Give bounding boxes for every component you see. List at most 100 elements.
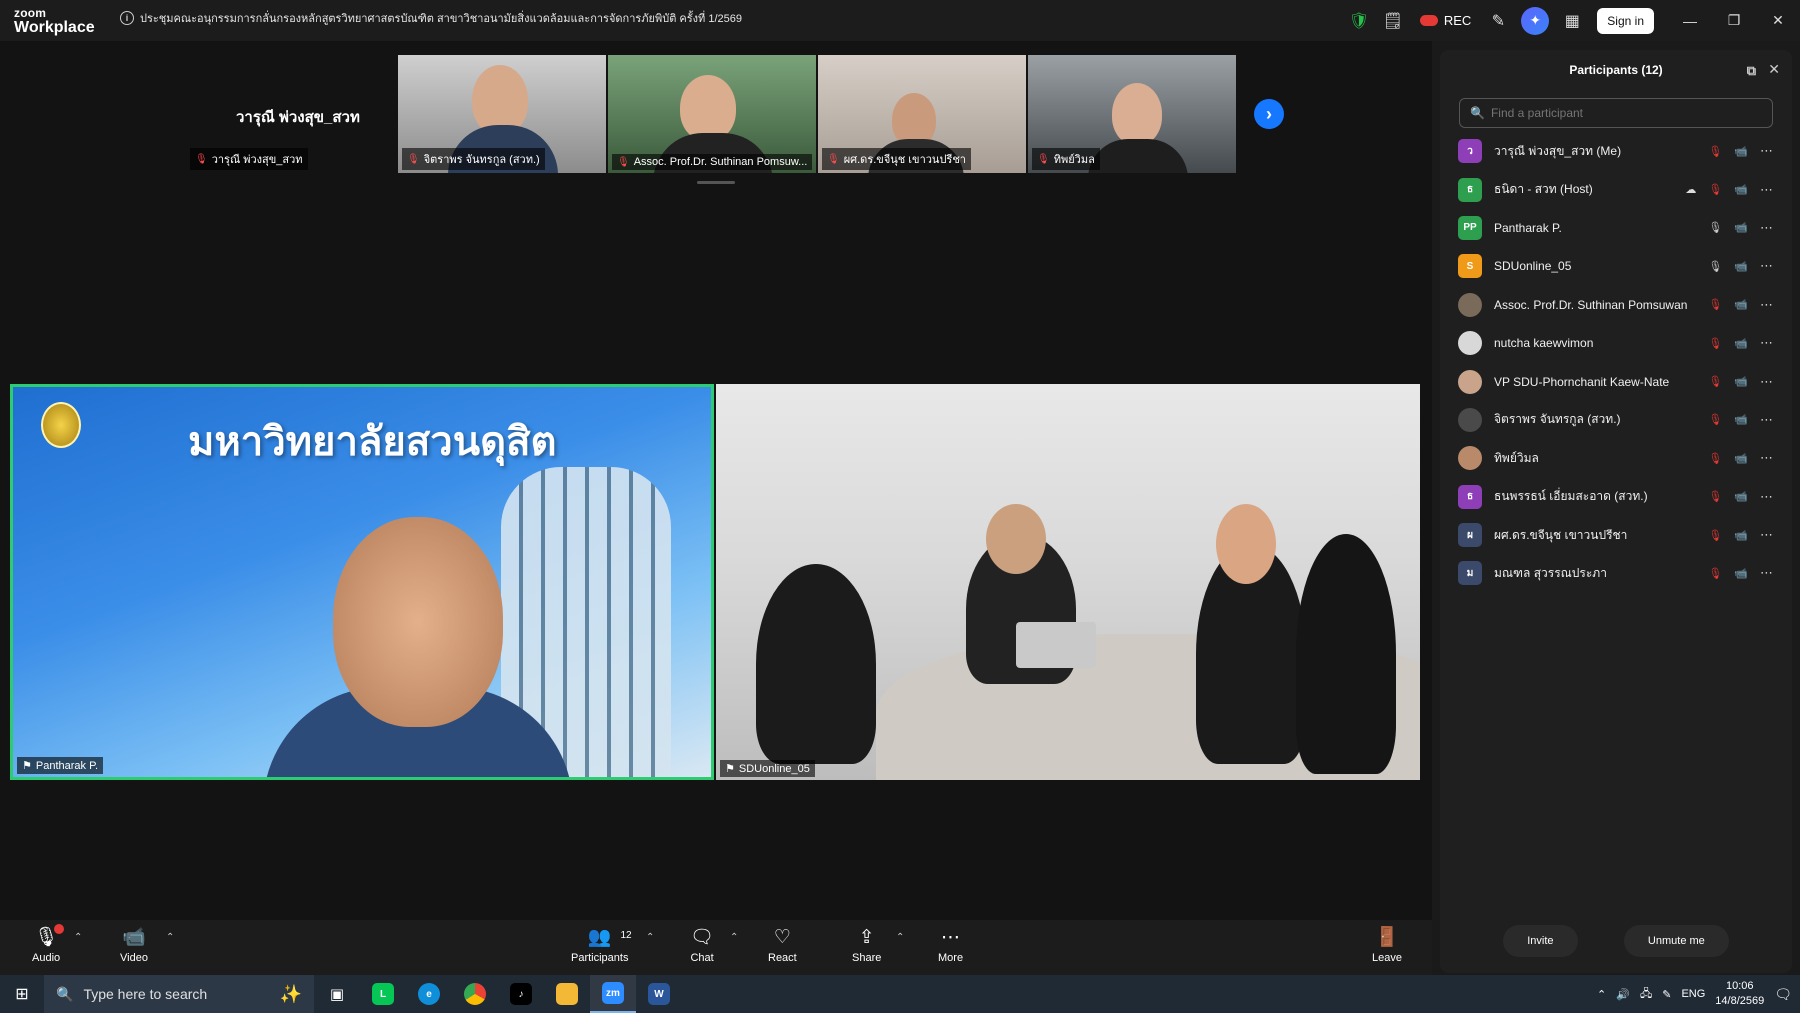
- more-options-icon[interactable]: ⋯: [1760, 565, 1774, 581]
- volume-icon[interactable]: 🔊: [1616, 988, 1630, 1001]
- video-camera-off-icon[interactable]: 📹: [1734, 337, 1748, 350]
- tiktok-app-icon[interactable]: ♪: [498, 975, 544, 1013]
- apps-grid-icon[interactable]: ▦: [1555, 4, 1589, 38]
- share-button[interactable]: ⇪ Share: [852, 928, 881, 965]
- participant-row[interactable]: Assoc. Prof.Dr. Suthinan Pomsuwan 🎙 📹 ⋯: [1440, 286, 1792, 324]
- task-view-icon[interactable]: ▣: [314, 975, 360, 1013]
- audio-button[interactable]: 🎙 Audio: [32, 924, 65, 964]
- minimize-icon[interactable]: —: [1668, 13, 1712, 29]
- windows-start-icon[interactable]: ⊞: [0, 975, 44, 1013]
- close-panel-icon[interactable]: ✕: [1768, 61, 1780, 78]
- chat-button[interactable]: 🗨 Chat: [690, 928, 714, 965]
- network-icon[interactable]: 🖧: [1640, 985, 1652, 1004]
- video-camera-off-icon[interactable]: 📹: [1734, 145, 1748, 158]
- microphone-muted-icon[interactable]: 🎙: [1708, 183, 1722, 196]
- participant-row[interactable]: ม มณฑล สุวรรณประภา 🎙 📹 ⋯: [1440, 554, 1792, 592]
- security-shield-icon[interactable]: 🛡: [1342, 4, 1376, 38]
- participant-row[interactable]: ว วารุณี พ่วงสุข_สวท (Me) 🎙 📹 ⋯: [1440, 132, 1792, 170]
- video-camera-off-icon[interactable]: 📹: [1734, 490, 1748, 503]
- more-options-icon[interactable]: ⋯: [1760, 374, 1774, 390]
- more-options-icon[interactable]: ⋯: [1760, 220, 1774, 236]
- more-options-icon[interactable]: ⋯: [1760, 182, 1774, 198]
- ai-companion-icon[interactable]: ✦: [1521, 6, 1550, 35]
- word-app-icon[interactable]: W: [636, 975, 682, 1013]
- participant-row[interactable]: จิตราพร จันทรกูล (สวท.) 🎙 📹 ⋯: [1440, 401, 1792, 439]
- annotate-pen-icon[interactable]: ✎: [1481, 4, 1515, 38]
- audio-options-chevron-icon[interactable]: ⌃: [74, 932, 82, 943]
- more-options-icon[interactable]: ⋯: [1760, 335, 1774, 351]
- video-camera-off-icon[interactable]: 📹: [1734, 567, 1748, 580]
- microphone-muted-icon[interactable]: 🎙: [1708, 413, 1722, 426]
- more-options-icon[interactable]: ⋯: [1760, 297, 1774, 313]
- file-explorer-icon[interactable]: [544, 975, 590, 1013]
- next-page-arrow-icon[interactable]: ›: [1254, 99, 1284, 129]
- microphone-muted-icon[interactable]: 🎙: [1708, 567, 1722, 580]
- microphone-muted-icon[interactable]: 🎙: [1708, 452, 1722, 465]
- microphone-muted-icon[interactable]: 🎙: [1708, 490, 1722, 503]
- thumbnail-scroll-handle[interactable]: [697, 181, 735, 184]
- sign-in-button[interactable]: Sign in: [1597, 7, 1654, 34]
- main-video-left[interactable]: มหาวิทยาลัยสวนดุสิต ⚑ Pantharak P.: [10, 384, 714, 780]
- participant-row[interactable]: nutcha kaewvimon 🎙 📹 ⋯: [1440, 324, 1792, 362]
- participants-button[interactable]: 👥 12 Participants: [571, 928, 632, 965]
- pen-icon[interactable]: ✎: [1662, 988, 1671, 1001]
- line-app-icon[interactable]: L: [360, 975, 406, 1013]
- meeting-info[interactable]: i ประชุมคณะอนุกรรมการกลั่นกรองหลักสูตรวิ…: [120, 9, 742, 27]
- unmute-me-button[interactable]: Unmute me: [1623, 925, 1729, 957]
- more-options-icon[interactable]: ⋯: [1760, 258, 1774, 274]
- participant-row[interactable]: ผ ผศ.ดร.ขจีนุช เขาวนปรีชา 🎙 📹 ⋯: [1440, 516, 1792, 554]
- thumbnail-video-2[interactable]: 🎙 Assoc. Prof.Dr. Suthinan Pomsuw...: [608, 55, 816, 173]
- info-icon[interactable]: i: [120, 11, 134, 25]
- video-camera-icon[interactable]: 📹: [1734, 413, 1748, 426]
- video-options-chevron-icon[interactable]: ⌃: [166, 932, 174, 943]
- leave-button[interactable]: 🚪 Leave: [1372, 928, 1402, 965]
- chrome-browser-icon[interactable]: [452, 975, 498, 1013]
- video-camera-icon[interactable]: 📹: [1734, 221, 1748, 234]
- participant-search-input[interactable]: [1490, 106, 1751, 120]
- video-camera-icon[interactable]: 📹: [1734, 529, 1748, 542]
- invite-button[interactable]: Invite: [1503, 925, 1578, 957]
- thumbnail-video-3[interactable]: 🎙 ผศ.ดร.ขจีนุช เขาวนปรีชา: [818, 55, 1026, 173]
- more-options-icon[interactable]: ⋯: [1760, 489, 1774, 505]
- notifications-icon[interactable]: 🗨: [1774, 986, 1792, 1003]
- video-camera-icon[interactable]: 📹: [1734, 260, 1748, 273]
- more-options-icon[interactable]: ⋯: [1760, 527, 1774, 543]
- participant-row[interactable]: S SDUonline_05 🎙 📹 ⋯: [1440, 247, 1792, 285]
- recording-indicator[interactable]: REC: [1419, 13, 1471, 28]
- close-icon[interactable]: ✕: [1756, 12, 1800, 29]
- microphone-muted-icon[interactable]: 🎙: [1708, 337, 1722, 350]
- self-thumbnail[interactable]: วารุณี พ่วงสุข_สวท 🎙 วารุณี พ่วงสุข_สวท: [186, 55, 396, 173]
- taskbar-search[interactable]: 🔍 Type here to search ✨: [44, 975, 314, 1013]
- microphone-muted-icon[interactable]: 🎙: [1708, 375, 1722, 388]
- more-options-icon[interactable]: ⋯: [1760, 412, 1774, 428]
- thumbnail-video-1[interactable]: 🎙 จิตราพร จันทรกูล (สวท.): [398, 55, 606, 173]
- tray-chevron-up-icon[interactable]: ⌃: [1597, 988, 1606, 1001]
- clock[interactable]: 10:06 14/8/2569: [1715, 979, 1764, 1009]
- microphone-muted-icon[interactable]: 🎙: [1708, 529, 1722, 542]
- microphone-muted-icon[interactable]: 🎙: [1708, 298, 1722, 311]
- video-button[interactable]: 📹 Video: [120, 928, 148, 965]
- thumbnail-video-4[interactable]: 🎙 ทิพย์วิมล: [1028, 55, 1236, 173]
- participant-row[interactable]: ธ ธนพรรธน์ เอี่ยมสะอาด (สวท.) 🎙 📹 ⋯: [1440, 478, 1792, 516]
- microphone-muted-icon[interactable]: 🎙: [1708, 145, 1722, 158]
- restore-icon[interactable]: ❐: [1712, 12, 1756, 29]
- input-language[interactable]: ENG: [1681, 988, 1705, 1000]
- zoom-app-icon[interactable]: zm: [590, 975, 636, 1013]
- participant-row[interactable]: ทิพย์วิมล 🎙 📹 ⋯: [1440, 439, 1792, 477]
- video-camera-icon[interactable]: 📹: [1734, 183, 1748, 196]
- pop-out-icon[interactable]: ⧉: [1747, 63, 1756, 79]
- react-button[interactable]: ♡ React: [768, 928, 797, 965]
- main-video-right[interactable]: ⚑ SDUonline_05: [716, 384, 1420, 780]
- notes-icon[interactable]: 🗒: [1376, 4, 1410, 38]
- participant-row[interactable]: VP SDU-Phornchanit Kaew-Nate 🎙 📹 ⋯: [1440, 362, 1792, 400]
- more-button[interactable]: ⋯ More: [938, 928, 963, 965]
- video-camera-icon[interactable]: 📹: [1734, 298, 1748, 311]
- participants-options-chevron-icon[interactable]: ⌃: [646, 932, 654, 943]
- participant-row[interactable]: PP Pantharak P. 🎙 📹 ⋯: [1440, 209, 1792, 247]
- microphone-icon[interactable]: 🎙: [1708, 260, 1722, 273]
- more-options-icon[interactable]: ⋯: [1760, 143, 1774, 159]
- more-options-icon[interactable]: ⋯: [1760, 450, 1774, 466]
- video-camera-off-icon[interactable]: 📹: [1734, 375, 1748, 388]
- participant-row[interactable]: ธ ธนิดา - สวท (Host) ☁ 🎙 📹 ⋯: [1440, 170, 1792, 208]
- video-camera-icon[interactable]: 📹: [1734, 452, 1748, 465]
